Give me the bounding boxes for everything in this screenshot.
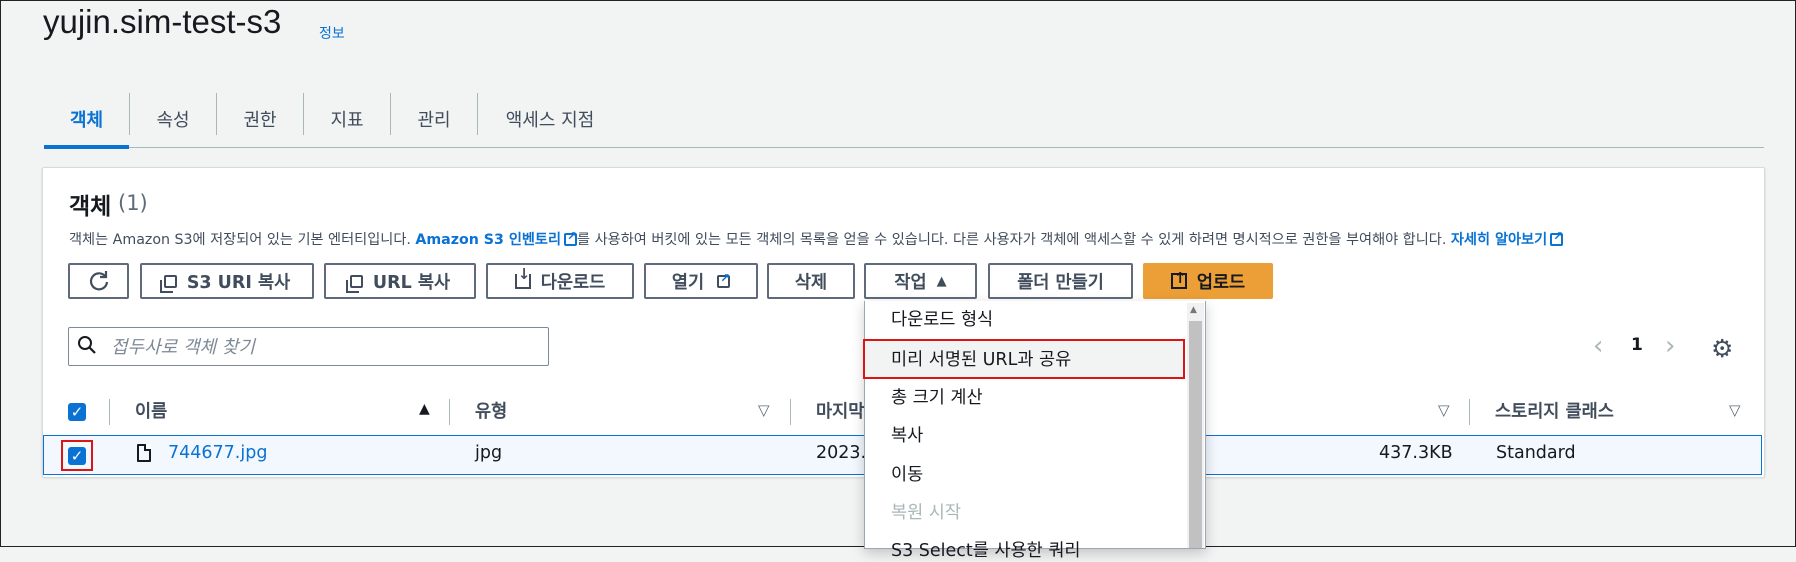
tab-access-points[interactable]: 액세스 지점 bbox=[478, 99, 622, 139]
highlight-outline bbox=[863, 339, 1185, 379]
menu-item-move[interactable]: 이동 bbox=[891, 461, 923, 486]
highlight-outline bbox=[61, 440, 93, 471]
active-tab-indicator bbox=[44, 145, 129, 149]
tab-permissions[interactable]: 권한 bbox=[217, 99, 303, 139]
panel-title: 객체 bbox=[69, 194, 112, 220]
copy-s3-uri-button[interactable]: S3 URI 복사 bbox=[140, 263, 314, 299]
bucket-title: yujin.sim-test-s3 bbox=[43, 3, 282, 40]
copy-s3-uri-label: S3 URI 복사 bbox=[186, 272, 291, 293]
description-text: 를 사용하여 버킷에 있는 모든 객체의 목록을 얻을 수 있습니다. 다른 사… bbox=[577, 232, 1451, 248]
refresh-button[interactable] bbox=[68, 263, 129, 299]
actions-button[interactable]: 작업 ▲ bbox=[864, 263, 977, 299]
search-input[interactable] bbox=[109, 329, 543, 365]
caret-up-icon: ▲ bbox=[936, 273, 947, 289]
column-divider bbox=[449, 399, 450, 425]
info-link[interactable]: 정보 bbox=[319, 23, 345, 43]
upload-icon bbox=[1170, 269, 1187, 289]
delete-label: 삭제 bbox=[794, 272, 828, 293]
column-divider bbox=[790, 399, 791, 425]
download-button[interactable]: 다운로드 bbox=[486, 263, 634, 299]
sort-ascending-icon[interactable]: ▲ bbox=[419, 401, 430, 417]
create-folder-label: 폴더 만들기 bbox=[1017, 272, 1104, 293]
copy-url-button[interactable]: URL 복사 bbox=[324, 263, 476, 299]
object-storage-class: Standard bbox=[1496, 443, 1576, 463]
inventory-link[interactable]: Amazon S3 인벤토리 bbox=[415, 229, 577, 248]
file-icon bbox=[137, 444, 151, 462]
column-divider bbox=[1469, 399, 1470, 425]
menu-item-query-s3-select[interactable]: S3 Select를 사용한 쿼리 bbox=[891, 537, 1081, 562]
learn-more-link[interactable]: 자세히 알아보기 bbox=[1451, 229, 1563, 248]
object-name-link[interactable]: 744677.jpg bbox=[168, 443, 267, 463]
object-type: jpg bbox=[475, 443, 503, 463]
sort-icon[interactable]: ▽ bbox=[1438, 401, 1450, 419]
download-label: 다운로드 bbox=[540, 272, 606, 293]
menu-item-initiate-restore: 복원 시작 bbox=[891, 503, 961, 523]
tab-metrics[interactable]: 지표 bbox=[304, 99, 390, 139]
external-link-icon bbox=[564, 229, 577, 246]
tab-objects[interactable]: 객체 bbox=[44, 99, 129, 139]
object-count: (1) bbox=[118, 191, 148, 215]
upload-button[interactable]: 업로드 bbox=[1143, 263, 1273, 299]
copy-icon bbox=[159, 274, 177, 293]
download-icon bbox=[514, 265, 531, 289]
external-link-icon bbox=[1550, 229, 1563, 246]
column-header-type[interactable]: 유형 bbox=[475, 398, 507, 423]
open-button[interactable]: 열기 bbox=[644, 263, 758, 299]
menu-item-copy[interactable]: 복사 bbox=[891, 422, 923, 447]
copy-url-label: URL 복사 bbox=[372, 272, 451, 293]
column-header-storage-class[interactable]: 스토리지 클래스 bbox=[1495, 398, 1614, 423]
sort-icon[interactable]: ▽ bbox=[758, 401, 770, 419]
description-text: 객체는 Amazon S3에 저장되어 있는 기본 엔터티입니다. bbox=[69, 232, 416, 248]
column-divider bbox=[109, 399, 110, 425]
create-folder-button[interactable]: 폴더 만들기 bbox=[988, 263, 1133, 299]
panel-description: 객체는 Amazon S3에 저장되어 있는 기본 엔터티입니다. Amazon… bbox=[69, 229, 1563, 249]
external-link-icon bbox=[717, 271, 730, 288]
refresh-icon bbox=[88, 270, 110, 292]
menu-scrollbar-thumb[interactable] bbox=[1189, 321, 1202, 548]
tab-bar: 객체 속성 권한 지표 관리 액세스 지점 bbox=[44, 89, 1764, 149]
next-page-icon[interactable]: › bbox=[1665, 331, 1675, 361]
column-header-name[interactable]: 이름 bbox=[135, 398, 167, 423]
actions-label: 작업 bbox=[894, 272, 927, 293]
previous-page-icon[interactable]: ‹ bbox=[1593, 331, 1603, 361]
sort-icon[interactable]: ▽ bbox=[1729, 401, 1741, 419]
object-size: 437.3KB bbox=[1379, 443, 1453, 463]
open-label: 열기 bbox=[671, 272, 705, 293]
search-icon bbox=[78, 336, 96, 354]
upload-label: 업로드 bbox=[1196, 272, 1246, 293]
copy-icon bbox=[345, 274, 363, 293]
tab-management[interactable]: 관리 bbox=[391, 99, 477, 139]
column-header-last-modified[interactable]: 마지막 bbox=[816, 398, 864, 423]
select-all-checkbox[interactable]: ✓ bbox=[68, 403, 86, 421]
scroll-up-arrow-icon[interactable]: ▲ bbox=[1190, 305, 1197, 315]
current-page-number[interactable]: 1 bbox=[1631, 335, 1643, 355]
delete-button[interactable]: 삭제 bbox=[767, 263, 855, 299]
object-last-modified: 2023. bbox=[816, 443, 867, 463]
menu-item-download-as[interactable]: 다운로드 형식 bbox=[891, 306, 993, 331]
menu-item-calculate-total-size[interactable]: 총 크기 계산 bbox=[891, 384, 983, 409]
tab-properties[interactable]: 속성 bbox=[130, 99, 216, 139]
gear-icon[interactable]: ⚙ bbox=[1711, 334, 1733, 363]
